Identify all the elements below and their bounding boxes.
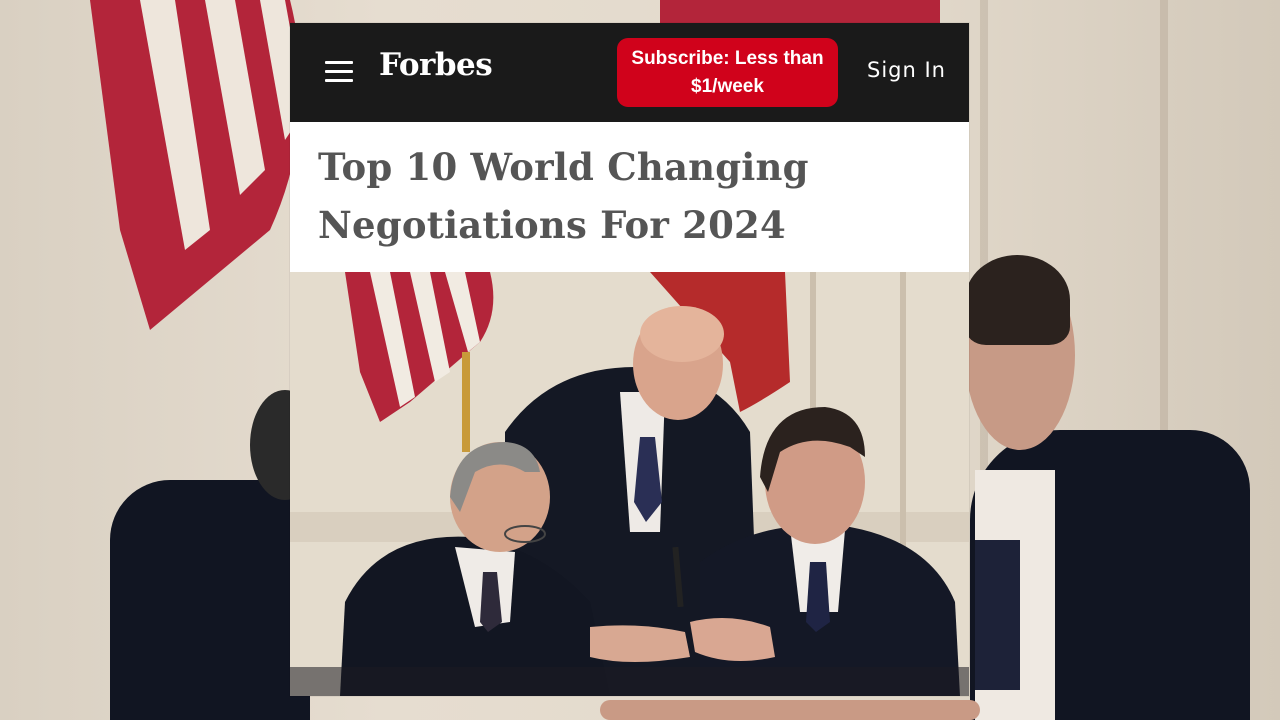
article-photo xyxy=(290,272,969,696)
hamburger-menu-icon[interactable] xyxy=(325,61,353,83)
background-hair-right xyxy=(965,255,1070,345)
background-us-flag xyxy=(90,0,305,330)
background-figure-left xyxy=(110,480,310,720)
background-hands xyxy=(600,700,980,720)
article-card: Forbes Subscribe: Less than $1/week Sign… xyxy=(290,23,969,696)
headline-section: Top 10 World Changing Negotiations For 2… xyxy=(290,122,969,272)
photo-table-edge xyxy=(290,667,969,696)
background-tie-right xyxy=(975,540,1020,690)
sign-in-link[interactable]: Sign In xyxy=(867,58,946,82)
subscribe-button[interactable]: Subscribe: Less than $1/week xyxy=(617,38,838,107)
article-photo-illustration xyxy=(290,272,969,696)
site-header: Forbes Subscribe: Less than $1/week Sign… xyxy=(290,23,969,122)
article-title[interactable]: Top 10 World Changing Negotiations For 2… xyxy=(318,138,938,254)
forbes-logo[interactable]: Forbes xyxy=(379,47,493,83)
